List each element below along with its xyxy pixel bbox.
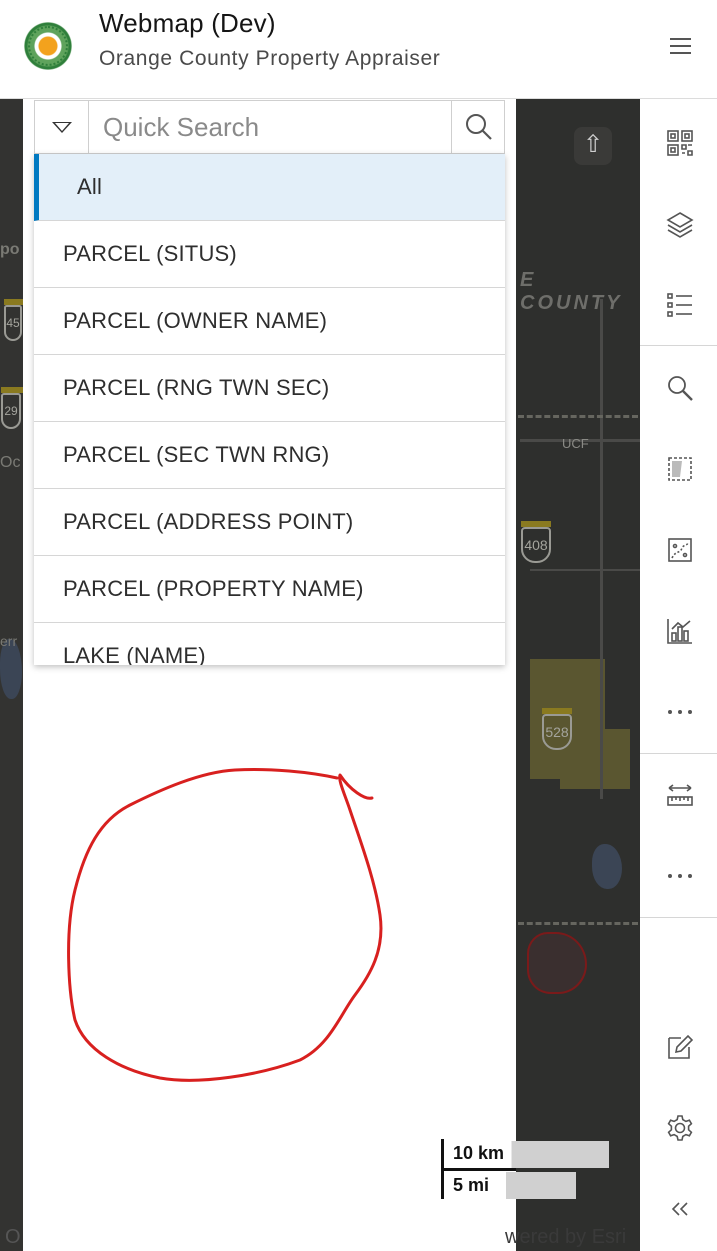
map-county-label: E COUNTY xyxy=(520,269,623,314)
map-ucf-label: UCF xyxy=(562,436,589,451)
chart-tool-button[interactable] xyxy=(640,591,717,671)
quick-search-bar xyxy=(34,100,505,154)
edit-button[interactable] xyxy=(640,1007,717,1087)
search-icon xyxy=(466,114,492,140)
esri-attribution[interactable]: wered by Esri xyxy=(505,1226,626,1249)
more-tools-button-2[interactable] xyxy=(640,836,717,916)
quick-search-input[interactable] xyxy=(90,101,450,153)
chevron-down-icon xyxy=(52,122,72,133)
collapse-icon xyxy=(671,1202,688,1216)
more-tools-button[interactable] xyxy=(640,672,717,752)
chart-icon xyxy=(667,619,692,644)
select-parcel-icon xyxy=(668,457,692,481)
search-source-dropdown-button[interactable] xyxy=(35,101,89,153)
right-toolbar xyxy=(640,99,717,1251)
dropdown-item[interactable]: PARCEL (ADDRESS POINT) xyxy=(34,489,505,556)
more-options-icon xyxy=(668,874,692,878)
layers-icon xyxy=(666,212,694,238)
dropdown-item[interactable]: LAKE (NAME) xyxy=(34,623,505,665)
road-shield: 528 xyxy=(542,708,572,750)
layers-button[interactable] xyxy=(640,184,717,264)
dropdown-item[interactable]: PARCEL (OWNER NAME) xyxy=(34,288,505,355)
settings-icon xyxy=(667,1115,693,1141)
app-header: Webmap (Dev) Orange County Property Appr… xyxy=(0,0,717,99)
measure-icon xyxy=(667,784,693,806)
map-edge-label: po xyxy=(0,241,20,258)
scale-mi-label: 5 mi xyxy=(453,1175,490,1195)
map-edge-label: Oc xyxy=(0,454,21,471)
qr-code-icon xyxy=(667,130,693,156)
measure-button[interactable] xyxy=(640,755,717,835)
dropdown-item[interactable]: PARCEL (PROPERTY NAME) xyxy=(34,556,505,623)
search-tool-button[interactable] xyxy=(640,348,717,428)
qr-code-button[interactable] xyxy=(640,103,717,183)
map-sketch-button[interactable] xyxy=(640,510,717,590)
scale-bar: 10 km 5 mi xyxy=(441,1139,611,1199)
hamburger-menu-icon[interactable] xyxy=(660,30,702,62)
highlighted-area xyxy=(527,932,587,994)
road-shield: 29 xyxy=(1,387,31,429)
select-parcel-button[interactable] xyxy=(640,429,717,509)
collapse-toolbar-button[interactable] xyxy=(640,1169,717,1249)
search-zoom-icon xyxy=(668,376,693,401)
legend-list-icon xyxy=(667,293,692,317)
scale-km-label: 10 km xyxy=(453,1143,505,1163)
dropdown-item[interactable]: PARCEL (SITUS) xyxy=(34,221,505,288)
road-shield: 408 xyxy=(521,521,551,563)
dropdown-item[interactable]: PARCEL (SEC TWN RNG) xyxy=(34,422,505,489)
map-edge-label: O xyxy=(5,1226,21,1248)
north-arrow-icon[interactable]: ⇧ xyxy=(574,127,612,165)
more-options-icon xyxy=(668,710,692,714)
map-edge-label: err xyxy=(0,633,18,649)
search-source-dropdown: All PARCEL (SITUS) PARCEL (OWNER NAME) P… xyxy=(34,154,505,665)
app-subtitle: Orange County Property Appraiser xyxy=(99,47,441,70)
legend-button[interactable] xyxy=(640,265,717,345)
app-title: Webmap (Dev) xyxy=(99,8,276,38)
edit-icon xyxy=(668,1034,694,1059)
property-appraiser-logo xyxy=(24,22,72,70)
dropdown-item[interactable]: PARCEL (RNG TWN SEC) xyxy=(34,355,505,422)
map-sketch-icon xyxy=(668,538,692,562)
dropdown-item-all[interactable]: All xyxy=(34,154,505,221)
settings-button[interactable] xyxy=(640,1088,717,1168)
search-button[interactable] xyxy=(451,101,505,153)
road-shield: 45 xyxy=(4,299,34,341)
red-circle-annotation xyxy=(67,767,383,1082)
